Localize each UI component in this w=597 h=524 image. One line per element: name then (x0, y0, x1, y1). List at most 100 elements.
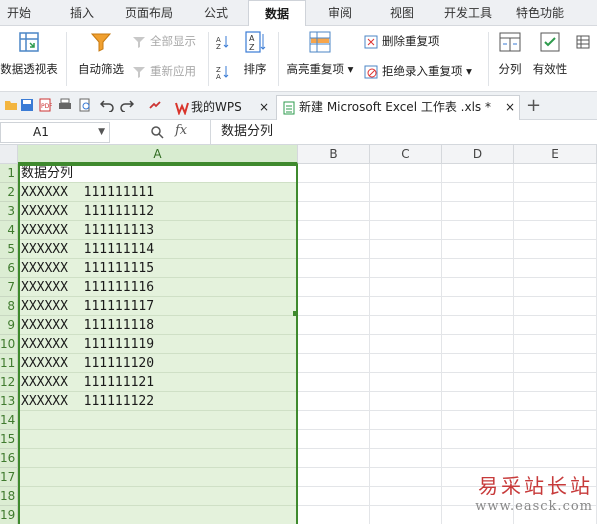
formula-input[interactable]: 数据分列 (210, 120, 597, 144)
row-header[interactable]: 19 (0, 506, 18, 524)
row-header[interactable]: 10 (0, 335, 18, 354)
cell[interactable] (442, 449, 514, 468)
cell[interactable] (298, 468, 370, 487)
cell[interactable] (442, 278, 514, 297)
cell[interactable] (514, 164, 597, 183)
export-pdf-icon[interactable]: PDF (38, 98, 52, 112)
cell[interactable] (442, 354, 514, 373)
reject-duplicates-button[interactable]: 拒绝录入重复项 ▾ (364, 62, 472, 80)
cell[interactable] (514, 354, 597, 373)
cell-a[interactable] (18, 411, 297, 430)
cell[interactable] (370, 221, 442, 240)
chevron-down-icon[interactable]: ▼ (98, 123, 105, 142)
show-all-button[interactable]: 全部显示 (132, 32, 196, 50)
cell[interactable] (298, 183, 370, 202)
cell[interactable] (370, 487, 442, 506)
column-header-a[interactable]: A (18, 145, 298, 164)
cell-a[interactable]: XXXXXX 111111122 (18, 392, 297, 411)
cell[interactable] (370, 335, 442, 354)
cell[interactable] (298, 335, 370, 354)
cell[interactable] (298, 202, 370, 221)
row-header[interactable]: 9 (0, 316, 18, 335)
cell[interactable] (514, 240, 597, 259)
cell[interactable] (370, 259, 442, 278)
row-header[interactable]: 18 (0, 487, 18, 506)
cell-a[interactable]: XXXXXX 111111121 (18, 373, 297, 392)
cell-a[interactable] (18, 487, 297, 506)
cell[interactable] (442, 164, 514, 183)
cell[interactable] (514, 392, 597, 411)
row-header[interactable]: 8 (0, 297, 18, 316)
tab-view[interactable]: 视图 (382, 0, 422, 26)
cell[interactable] (442, 411, 514, 430)
row-header[interactable]: 7 (0, 278, 18, 297)
close-icon[interactable]: × (259, 96, 269, 119)
cell[interactable] (514, 183, 597, 202)
fill-handle[interactable] (293, 311, 298, 316)
cell-a[interactable]: XXXXXX 111111114 (18, 240, 297, 259)
cell[interactable] (442, 430, 514, 449)
select-all-corner[interactable] (0, 145, 18, 164)
cell[interactable] (514, 221, 597, 240)
cell[interactable] (370, 354, 442, 373)
cell[interactable] (442, 221, 514, 240)
cell[interactable] (370, 240, 442, 259)
cell-a[interactable] (18, 430, 297, 449)
cell[interactable] (298, 506, 370, 524)
cell[interactable] (370, 164, 442, 183)
cell[interactable] (298, 297, 370, 316)
cell[interactable] (514, 278, 597, 297)
print-preview-icon[interactable] (78, 98, 92, 112)
cell[interactable] (442, 392, 514, 411)
name-box[interactable]: A1 ▼ (0, 122, 110, 143)
cell-a[interactable]: XXXXXX 111111112 (18, 202, 297, 221)
cell-a[interactable]: XXXXXX 111111116 (18, 278, 297, 297)
cell[interactable] (370, 411, 442, 430)
folder-icon[interactable] (4, 98, 18, 112)
split-column-button[interactable]: 分列 (494, 30, 526, 77)
cell-a[interactable]: XXXXXX 111111111 (18, 183, 297, 202)
tab-review[interactable]: 审阅 (320, 0, 360, 26)
column-header-b[interactable]: B (298, 145, 370, 164)
cell[interactable] (370, 468, 442, 487)
cell[interactable] (442, 373, 514, 392)
cell[interactable] (442, 183, 514, 202)
undo-icon[interactable] (100, 98, 114, 112)
cell[interactable] (370, 297, 442, 316)
column-header-c[interactable]: C (370, 145, 442, 164)
sort-button[interactable]: AZ 排序 (238, 30, 272, 77)
function-button[interactable]: fx (175, 123, 187, 138)
doc-tab-excel-file[interactable]: 新建 Microsoft Excel 工作表 .xls * × (276, 95, 520, 120)
cell[interactable] (298, 373, 370, 392)
cell-a[interactable]: XXXXXX 111111115 (18, 259, 297, 278)
close-icon[interactable]: × (505, 96, 515, 119)
column-header-d[interactable]: D (442, 145, 514, 164)
tab-page-layout[interactable]: 页面布局 (118, 0, 180, 26)
cell[interactable] (442, 202, 514, 221)
cell[interactable] (370, 278, 442, 297)
cell[interactable] (514, 316, 597, 335)
pivot-table-button[interactable]: 数据透视表 (0, 30, 58, 77)
new-tab-button[interactable]: + (526, 94, 541, 118)
cell-a1[interactable]: 数据分列 (18, 164, 297, 183)
cell-a[interactable]: XXXXXX 111111119 (18, 335, 297, 354)
cell[interactable] (514, 259, 597, 278)
cell[interactable] (298, 449, 370, 468)
cell[interactable] (514, 335, 597, 354)
cell[interactable] (370, 316, 442, 335)
cell[interactable] (514, 430, 597, 449)
row-header[interactable]: 4 (0, 221, 18, 240)
row-header[interactable]: 12 (0, 373, 18, 392)
cell[interactable] (298, 392, 370, 411)
cell[interactable] (298, 316, 370, 335)
cell[interactable] (442, 259, 514, 278)
cell-a[interactable]: XXXXXX 111111118 (18, 316, 297, 335)
reapply-button[interactable]: 重新应用 (132, 62, 196, 80)
row-header[interactable]: 6 (0, 259, 18, 278)
validity-button[interactable]: 有效性 (530, 30, 570, 77)
more-tools-button[interactable] (576, 32, 594, 50)
cell[interactable] (370, 449, 442, 468)
row-header[interactable]: 14 (0, 411, 18, 430)
cell-a[interactable]: XXXXXX 111111113 (18, 221, 297, 240)
sort-ascending-button[interactable]: AZ (216, 32, 234, 50)
